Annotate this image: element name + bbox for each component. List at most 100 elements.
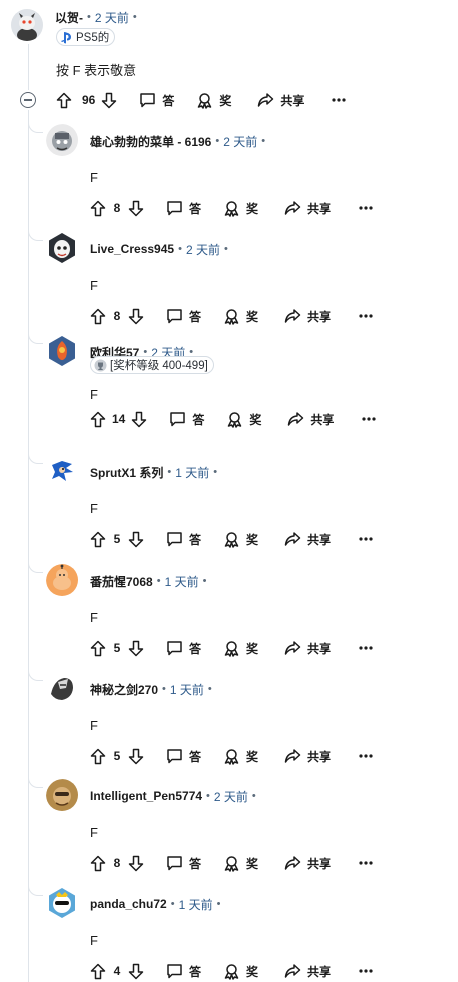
reply-button[interactable]: 答 (166, 963, 201, 980)
more-options-button[interactable] (359, 969, 373, 973)
avatar[interactable] (11, 9, 43, 41)
author-name[interactable]: 神秘之剑270 (90, 681, 158, 698)
timestamp[interactable]: 1 天前 (179, 896, 213, 913)
reply-button[interactable]: 答 (166, 308, 201, 325)
more-options-button[interactable] (359, 314, 373, 318)
more-options-button[interactable] (332, 98, 347, 102)
author-name[interactable]: 番茄惺7068 (90, 573, 153, 590)
separator-dot: • (167, 466, 172, 478)
author-name[interactable]: 以贺- (55, 9, 83, 26)
reply-button[interactable]: 答 (169, 411, 204, 428)
author-name[interactable]: panda_chu72 (90, 897, 167, 911)
downvote-icon (128, 748, 144, 764)
avatar[interactable] (46, 564, 80, 598)
upvote-icon (56, 92, 72, 108)
share-button[interactable]: 共享 (284, 640, 331, 657)
timestamp[interactable]: 2 天前 (186, 241, 220, 258)
timestamp[interactable]: 1 天前 (170, 681, 204, 698)
upvote-button[interactable] (90, 200, 106, 217)
more-options-button[interactable] (359, 206, 373, 210)
avatar[interactable] (46, 672, 80, 706)
share-button[interactable]: 共享 (257, 92, 304, 109)
downvote-button[interactable] (128, 308, 144, 325)
timestamp[interactable]: 2 天前 (95, 9, 129, 26)
downvote-button[interactable] (128, 531, 144, 548)
reply-label: 答 (189, 532, 202, 547)
author-name[interactable]: Live_Cress945 (90, 242, 174, 256)
downvote-button[interactable] (128, 855, 144, 872)
more-options-button[interactable] (359, 861, 373, 865)
more-options-button[interactable] (359, 754, 373, 758)
avatar[interactable] (46, 455, 80, 489)
award-button[interactable]: 奖 (223, 640, 258, 657)
reply-button[interactable]: 答 (139, 92, 174, 109)
upvote-button[interactable] (90, 411, 106, 428)
award-button[interactable]: 奖 (223, 963, 258, 980)
share-label: 共享 (280, 93, 305, 108)
more-options-button[interactable] (359, 646, 373, 650)
reply-button[interactable]: 答 (166, 200, 201, 217)
comment-actions: 8 答 奖 共享 (90, 852, 373, 874)
award-button[interactable]: 奖 (223, 748, 258, 765)
upvote-button[interactable] (56, 92, 72, 109)
award-button[interactable]: 奖 (223, 200, 258, 217)
avatar[interactable] (46, 232, 80, 266)
reply-button[interactable]: 答 (166, 531, 201, 548)
author-name[interactable]: SprutX1 系列 (90, 464, 163, 481)
downvote-button[interactable] (128, 200, 144, 217)
upvote-button[interactable] (90, 531, 106, 548)
downvote-button[interactable] (131, 411, 147, 428)
more-options-button[interactable] (362, 417, 377, 421)
author-name[interactable]: 雄心勃勃的菜单 - 6196 (90, 133, 211, 150)
award-button[interactable]: 奖 (196, 92, 231, 109)
share-button[interactable]: 共享 (287, 411, 334, 428)
avatar[interactable] (46, 124, 80, 158)
comment-actions: 4 答 奖 共享 (90, 960, 373, 982)
comment-actions: 8 答 奖 共享 (90, 197, 373, 219)
award-button[interactable]: 奖 (223, 855, 258, 872)
share-button[interactable]: 共享 (284, 531, 331, 548)
author-name[interactable]: Intelligent_Pen5774 (90, 789, 202, 803)
more-options-button[interactable] (359, 537, 373, 541)
comment-icon (167, 532, 182, 547)
thread-branch (28, 558, 43, 573)
downvote-button[interactable] (128, 963, 144, 980)
downvote-button[interactable] (128, 640, 144, 657)
award-button[interactable]: 奖 (226, 411, 261, 428)
award-icon (224, 963, 239, 980)
award-button[interactable]: 奖 (223, 531, 258, 548)
downvote-icon (128, 531, 144, 547)
share-button[interactable]: 共享 (284, 308, 331, 325)
share-button[interactable]: 共享 (284, 748, 331, 765)
downvote-button[interactable] (128, 748, 144, 765)
award-icon (224, 640, 239, 657)
timestamp[interactable]: 2 天前 (214, 788, 248, 805)
avatar[interactable] (46, 335, 80, 369)
share-icon (284, 749, 301, 763)
upvote-button[interactable] (90, 640, 106, 657)
upvote-button[interactable] (90, 963, 106, 980)
share-button[interactable]: 共享 (284, 200, 331, 217)
collapse-icon[interactable] (20, 92, 36, 108)
timestamp[interactable]: 1 天前 (165, 573, 199, 590)
award-button[interactable]: 奖 (223, 308, 258, 325)
downvote-button[interactable] (101, 92, 117, 109)
comment-icon (167, 309, 182, 324)
upvote-button[interactable] (90, 308, 106, 325)
reply-button[interactable]: 答 (166, 748, 201, 765)
share-button[interactable]: 共享 (284, 963, 331, 980)
more-icon (332, 98, 347, 102)
upvote-icon (90, 748, 106, 764)
share-button[interactable]: 共享 (284, 855, 331, 872)
thread-branch (28, 666, 43, 681)
timestamp[interactable]: 2 天前 (223, 133, 257, 150)
comment-actions: 5 答 奖 共享 (90, 637, 373, 659)
upvote-button[interactable] (90, 855, 106, 872)
separator-dot: • (202, 575, 207, 587)
avatar[interactable] (46, 887, 80, 921)
upvote-button[interactable] (90, 748, 106, 765)
reply-button[interactable]: 答 (166, 640, 201, 657)
timestamp[interactable]: 1 天前 (175, 464, 209, 481)
reply-button[interactable]: 答 (166, 855, 201, 872)
avatar[interactable] (46, 779, 80, 813)
